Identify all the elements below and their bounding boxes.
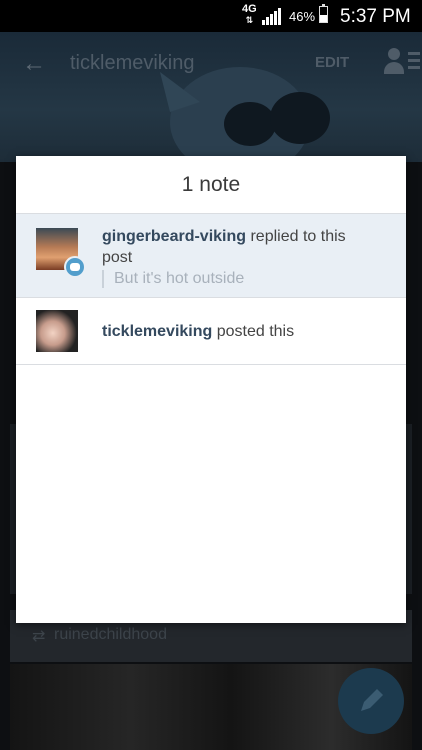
- reblog-source-name: ruinedchildhood: [54, 626, 167, 643]
- reblog-icon: ⇄: [32, 628, 46, 645]
- clock: 5:37 PM: [340, 6, 411, 27]
- data-arrows-icon: ⇅: [245, 15, 254, 25]
- dialog-title: 1 note: [16, 156, 406, 214]
- avatar[interactable]: [36, 310, 78, 352]
- note-item-post[interactable]: ticklemeviking posted this: [16, 298, 406, 365]
- network-label: 4G: [242, 3, 257, 15]
- person-icon[interactable]: [384, 48, 422, 76]
- 4g-icon: 4G ⇅: [242, 4, 257, 26]
- blog-title: ticklemeviking: [70, 52, 195, 74]
- note-action: posted this: [212, 323, 295, 340]
- note-username[interactable]: gingerbeard-viking: [102, 228, 246, 245]
- note-username[interactable]: ticklemeviking: [102, 323, 212, 340]
- battery-level: [320, 15, 327, 22]
- compose-button[interactable]: [338, 668, 404, 734]
- blog-header: ← ticklemeviking EDIT: [0, 32, 422, 172]
- status-bar: 4G ⇅ 46% 5:37 PM: [0, 0, 422, 32]
- note-text: ticklemeviking posted this: [102, 321, 346, 342]
- reply-bubble-icon: [64, 256, 86, 278]
- signal-icon: [262, 7, 282, 25]
- battery-icon: [319, 4, 328, 23]
- back-arrow-icon[interactable]: ←: [22, 50, 46, 78]
- note-item-reply[interactable]: gingerbeard-viking replied to this post …: [16, 214, 406, 298]
- notes-dialog: 1 note gingerbeard-viking replied to thi…: [16, 156, 406, 623]
- pencil-icon: [361, 689, 383, 711]
- battery-percent: 46%: [289, 9, 316, 24]
- note-text: gingerbeard-viking replied to this post: [102, 226, 346, 268]
- reply-quote: But it's hot outside: [102, 270, 244, 288]
- edit-button[interactable]: EDIT: [315, 54, 349, 71]
